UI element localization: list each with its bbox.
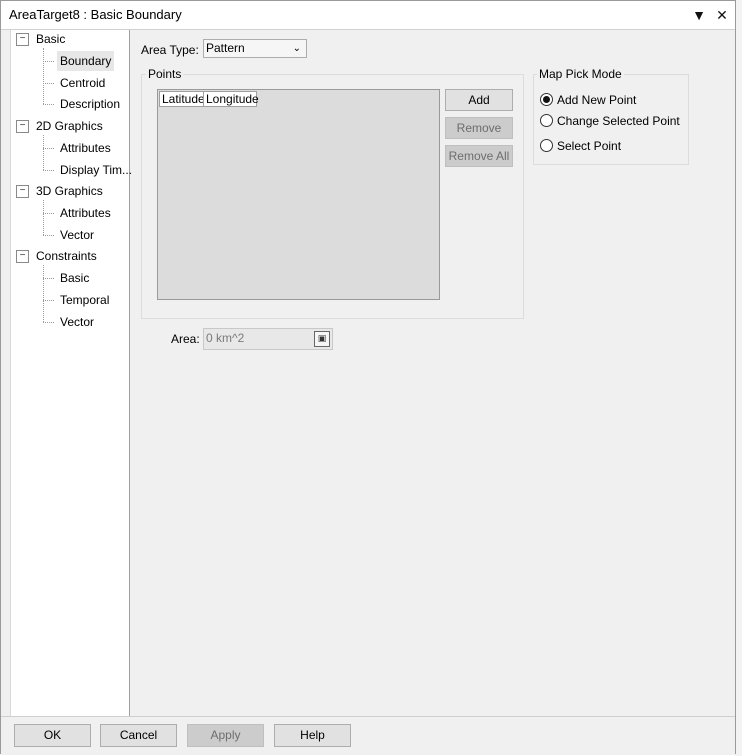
tree-item-display-times[interactable]: Display Tim... <box>57 160 135 180</box>
radio-select-point[interactable]: Select Point <box>540 137 621 155</box>
tree-group-constraints[interactable]: Constraints <box>36 247 97 265</box>
chevron-down-icon: ⌄ <box>292 43 301 54</box>
radio-unselected-icon <box>540 139 553 152</box>
collapse-icon[interactable]: − <box>16 185 29 198</box>
calculator-icon[interactable]: ▣ <box>314 331 330 347</box>
tree-connector <box>43 300 54 301</box>
radio-label: Add New Point <box>557 93 637 107</box>
tree-connector <box>43 170 54 171</box>
tree-item-boundary[interactable]: Boundary <box>57 51 115 71</box>
area-type-label: Area Type: <box>141 43 199 57</box>
area-value: 0 km^2 <box>206 331 245 345</box>
map-pick-mode-group: Map Pick Mode Add New Point Change Selec… <box>533 67 689 165</box>
tree-connector <box>43 235 54 236</box>
chevron-down-icon[interactable]: ▼ <box>689 5 709 25</box>
tree-group-basic[interactable]: Basic <box>36 30 65 48</box>
column-header-longitude[interactable]: Longitude <box>203 91 259 107</box>
ok-button[interactable]: OK <box>14 724 91 747</box>
map-pick-mode-label: Map Pick Mode <box>537 67 624 81</box>
tree-item-2d-attributes[interactable]: Attributes <box>57 138 114 158</box>
tree-connector <box>43 322 54 323</box>
tree-connector <box>43 48 44 104</box>
tree-connector <box>43 278 54 279</box>
column-header-latitude[interactable]: Latitude <box>159 91 205 107</box>
radio-label: Change Selected Point <box>557 114 680 128</box>
tree-item-description[interactable]: Description <box>57 94 123 114</box>
add-point-button[interactable]: Add <box>445 89 513 111</box>
radio-selected-icon <box>540 93 553 106</box>
tree-connector <box>43 213 54 214</box>
collapse-icon[interactable]: − <box>16 33 29 46</box>
area-type-dropdown[interactable]: Pattern ⌄ <box>203 39 307 58</box>
points-group-label: Points <box>146 67 184 81</box>
collapse-icon[interactable]: − <box>16 120 29 133</box>
window-title: AreaTarget8 : Basic Boundary <box>9 7 182 22</box>
remove-point-button[interactable]: Remove <box>445 117 513 139</box>
title-bar: AreaTarget8 : Basic Boundary ▼ ✕ <box>1 1 735 30</box>
collapse-icon[interactable]: − <box>16 250 29 263</box>
area-type-value: Pattern <box>206 41 245 55</box>
radio-unselected-icon <box>540 114 553 127</box>
dialog-footer: OK Cancel Apply Help <box>1 716 735 755</box>
radio-add-new-point[interactable]: Add New Point <box>540 91 636 109</box>
tree-connector <box>43 61 54 62</box>
tree-item-centroid[interactable]: Centroid <box>57 73 108 93</box>
area-value-field: 0 km^2 ▣ <box>203 328 333 350</box>
apply-button[interactable]: Apply <box>187 724 264 747</box>
tree-item-3d-attributes[interactable]: Attributes <box>57 203 114 223</box>
navigation-tree: − Basic Boundary Centroid Description − … <box>10 30 132 716</box>
boundary-page: Area Type: Pattern ⌄ Points Latitude Lon… <box>132 30 732 716</box>
tree-item-constraints-basic[interactable]: Basic <box>57 268 92 288</box>
remove-all-points-button[interactable]: Remove All <box>445 145 513 167</box>
area-label: Area: <box>171 332 200 346</box>
tree-group-2d-graphics[interactable]: 2D Graphics <box>36 117 103 135</box>
close-icon[interactable]: ✕ <box>712 5 732 25</box>
help-button[interactable]: Help <box>274 724 351 747</box>
properties-dialog: AreaTarget8 : Basic Boundary ▼ ✕ − Basic… <box>0 0 736 755</box>
tree-item-temporal[interactable]: Temporal <box>57 290 112 310</box>
cancel-button[interactable]: Cancel <box>100 724 177 747</box>
radio-change-selected-point[interactable]: Change Selected Point <box>540 112 680 130</box>
tree-connector <box>43 200 44 235</box>
radio-label: Select Point <box>557 139 622 153</box>
tree-connector <box>43 135 44 170</box>
tree-group-3d-graphics[interactable]: 3D Graphics <box>36 182 103 200</box>
points-list[interactable]: Latitude Longitude <box>157 89 440 300</box>
tree-connector <box>43 148 54 149</box>
tree-item-3d-vector[interactable]: Vector <box>57 225 97 245</box>
tree-connector <box>43 104 54 105</box>
tree-item-constraints-vector[interactable]: Vector <box>57 312 97 332</box>
tree-connector <box>43 265 44 322</box>
tree-connector <box>43 83 54 84</box>
